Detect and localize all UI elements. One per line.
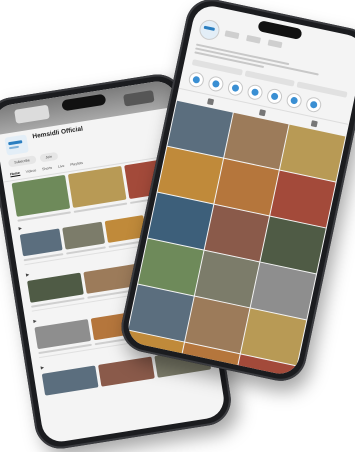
highlight-2-icon[interactable] [207,75,225,93]
tab-live[interactable]: Live [58,164,65,170]
posts-count[interactable] [224,30,240,40]
tab-playlists[interactable]: Playlists [70,161,83,168]
tagged-tab-icon[interactable] [310,120,318,128]
highlight-5-icon[interactable] [265,87,284,106]
tab-home[interactable]: Home [9,170,21,178]
highlight-7-icon[interactable] [304,95,323,114]
reels-tab-icon[interactable] [258,109,266,117]
banner-van-dark [123,90,155,107]
highlight-3-icon[interactable] [226,79,245,97]
highlight-4-icon[interactable] [246,83,264,102]
play-icon: ▶ [25,271,30,278]
video-thumbnail[interactable] [11,174,71,217]
following-count[interactable] [267,39,283,49]
join-button[interactable]: Join [38,151,59,163]
highlight-1-icon[interactable] [187,70,206,89]
followers-count[interactable] [246,34,261,44]
avatar[interactable] [197,18,222,42]
tab-videos[interactable]: Videos [25,168,36,175]
banner-van-white [14,104,50,124]
phone-right-frame [116,0,355,386]
highlight-6-icon[interactable] [285,91,304,110]
video-thumbnail[interactable] [41,365,99,396]
channel-logo[interactable] [4,134,29,156]
video-thumbnail[interactable] [67,165,127,208]
play-icon: ▶ [18,225,23,231]
video-thumbnail[interactable] [98,356,155,387]
grid-tab-icon[interactable] [207,98,215,106]
play-icon: ▶ [40,364,45,370]
play-icon: ▶ [32,318,37,324]
tab-shorts[interactable]: Shorts [42,166,53,173]
instagram-screen [124,2,355,378]
